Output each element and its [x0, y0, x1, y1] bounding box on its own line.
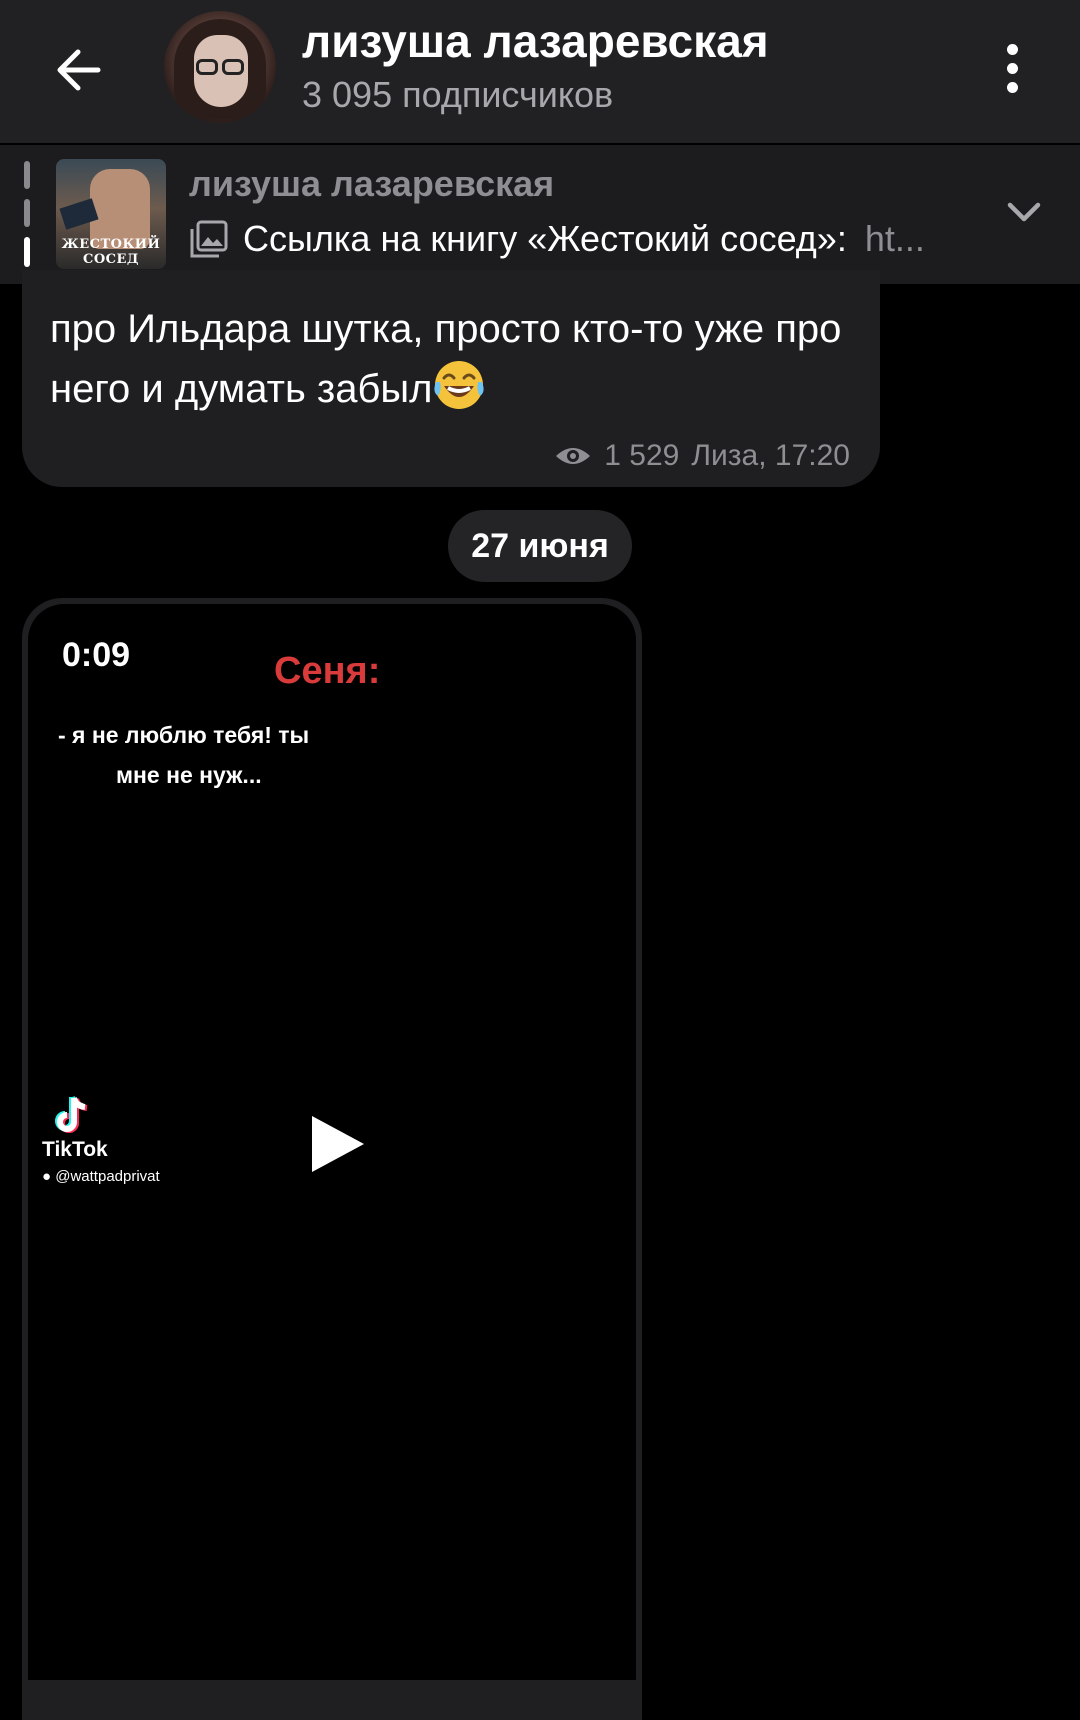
video-caption-line: - я не люблю тебя! ты — [58, 722, 310, 748]
pinned-thumbnail: ЖЕСТОКИЙ СОСЕД — [56, 159, 166, 269]
video-message[interactable]: 0:09 Сеня: - я не люблю тебя! ты мне не … — [22, 598, 642, 1720]
pin-indicator-active — [24, 237, 30, 267]
message-text: про Ильдара шутка, просто кто-то уже про… — [50, 307, 842, 411]
message-meta: 1 529 Лиза, 17:20 — [554, 436, 850, 476]
pinned-link: ht... — [864, 218, 925, 259]
pinned-message-bar[interactable]: ЖЕСТОКИЙ СОСЕД лизуша лазаревская Ссылка… — [0, 145, 1080, 284]
video-caption-line: мне не нуж... — [116, 762, 262, 788]
back-button[interactable] — [38, 30, 118, 110]
tiktok-logo-icon — [55, 1096, 88, 1133]
channel-avatar[interactable] — [164, 11, 276, 123]
message-bubble[interactable]: про Ильдара шутка, просто кто-то уже про… — [22, 270, 880, 487]
video-speaker-label: Сеня: — [274, 650, 381, 692]
date-separator: 27 июня — [448, 510, 632, 582]
channel-header: лизуша лазаревская 3 095 подписчиков — [0, 0, 1080, 143]
channel-screen: лизуша лазаревская 3 095 подписчиков ЖЕС… — [0, 0, 1080, 1720]
video-duration: 0:09 — [62, 636, 131, 674]
tiktok-watermark: TikTok ● @wattpadprivat — [38, 1094, 208, 1194]
message-author-time: Лиза, 17:20 — [691, 439, 850, 472]
video-player[interactable]: 0:09 Сеня: - я не люблю тебя! ты мне не … — [28, 604, 636, 1680]
laughing-emoji-icon — [434, 361, 485, 409]
view-count: 1 529 — [604, 439, 680, 472]
more-options-button[interactable] — [990, 36, 1034, 100]
chevron-down-icon[interactable] — [1004, 193, 1044, 233]
tiktok-username: ● @wattpadprivat — [42, 1168, 160, 1185]
channel-title[interactable]: лизуша лазаревская — [302, 14, 769, 68]
pinned-author: лизуша лазаревская — [189, 163, 555, 204]
user-icon: ● — [42, 1168, 56, 1185]
image-icon — [190, 220, 228, 258]
arrow-left-icon — [57, 49, 101, 91]
pinned-preview: Ссылка на книгу «Жестокий сосед»: ht... — [189, 215, 989, 263]
tiktok-label: TikTok — [42, 1138, 108, 1161]
play-icon[interactable] — [308, 1112, 368, 1176]
eye-icon — [556, 448, 591, 464]
pin-indicator — [24, 199, 30, 227]
pinned-text: Ссылка на книгу «Жестокий сосед»: — [243, 218, 847, 259]
video-footer — [22, 1680, 642, 1720]
pin-indicator — [24, 161, 30, 189]
more-vertical-icon — [1006, 43, 1018, 55]
subscriber-count: 3 095 подписчиков — [302, 74, 614, 115]
